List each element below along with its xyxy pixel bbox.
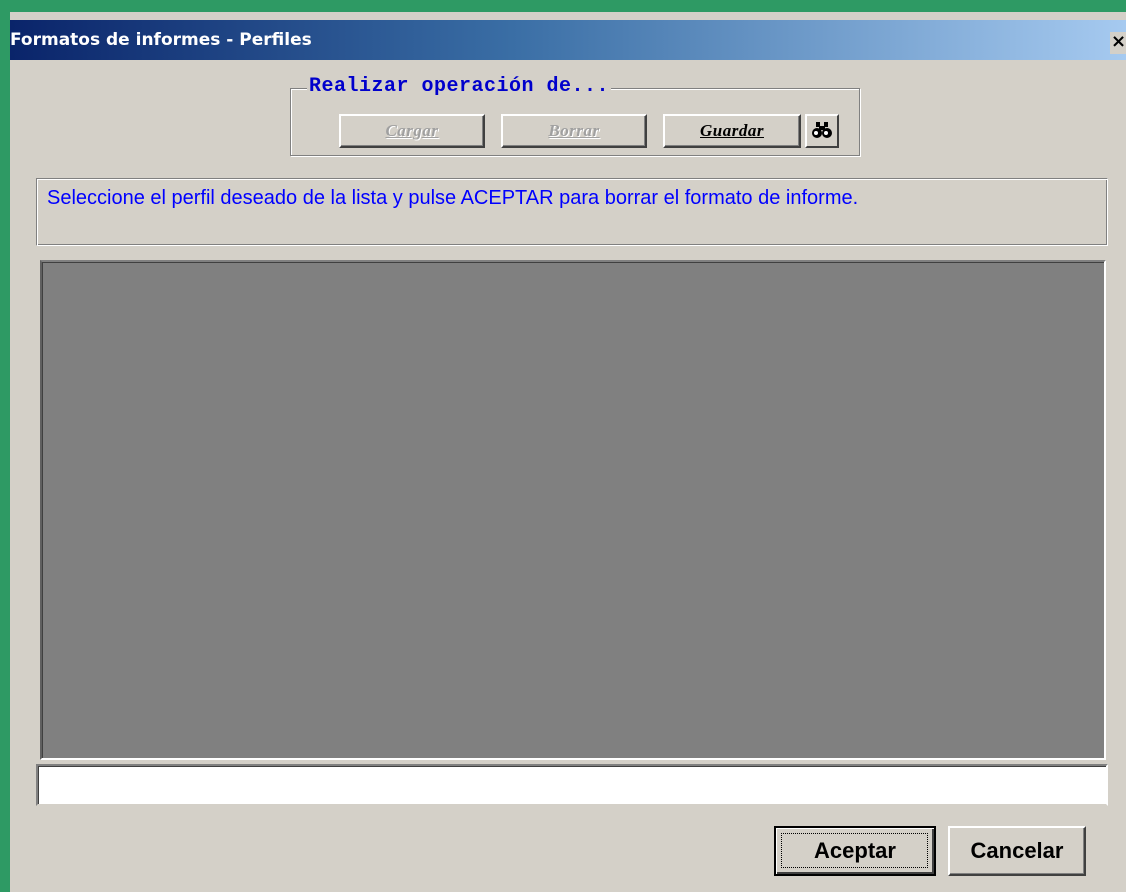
operation-group: Realizar operación de... Cargar Borrar G… — [290, 75, 860, 156]
cancel-button-label: Cancelar — [970, 838, 1064, 863]
operation-group-legend: Realizar operación de... — [307, 75, 612, 98]
instruction-message: Seleccione el perfil deseado de la lista… — [36, 178, 1108, 246]
accept-button[interactable]: Aceptar — [774, 826, 936, 876]
load-button[interactable]: Cargar — [339, 114, 485, 148]
cancel-button[interactable]: Cancelar — [948, 826, 1086, 876]
binoculars-icon — [812, 122, 832, 138]
delete-button-label: Borrar — [548, 121, 600, 140]
save-button-label: Guardar — [700, 121, 764, 140]
dialog-window: Formatos de informes - Perfiles × Realiz… — [10, 12, 1126, 892]
delete-button[interactable]: Borrar — [501, 114, 647, 148]
load-button-label: Cargar — [385, 121, 439, 140]
profile-list[interactable] — [40, 260, 1106, 760]
window-title: Formatos de informes - Perfiles — [10, 30, 312, 50]
accept-button-label: Aceptar — [814, 838, 896, 863]
save-button[interactable]: Guardar — [663, 114, 801, 148]
search-button[interactable] — [805, 114, 839, 148]
profile-name-input[interactable] — [36, 764, 1108, 806]
close-button[interactable]: × — [1110, 32, 1126, 54]
title-bar[interactable]: Formatos de informes - Perfiles × — [10, 20, 1126, 60]
close-icon: × — [1111, 32, 1126, 52]
